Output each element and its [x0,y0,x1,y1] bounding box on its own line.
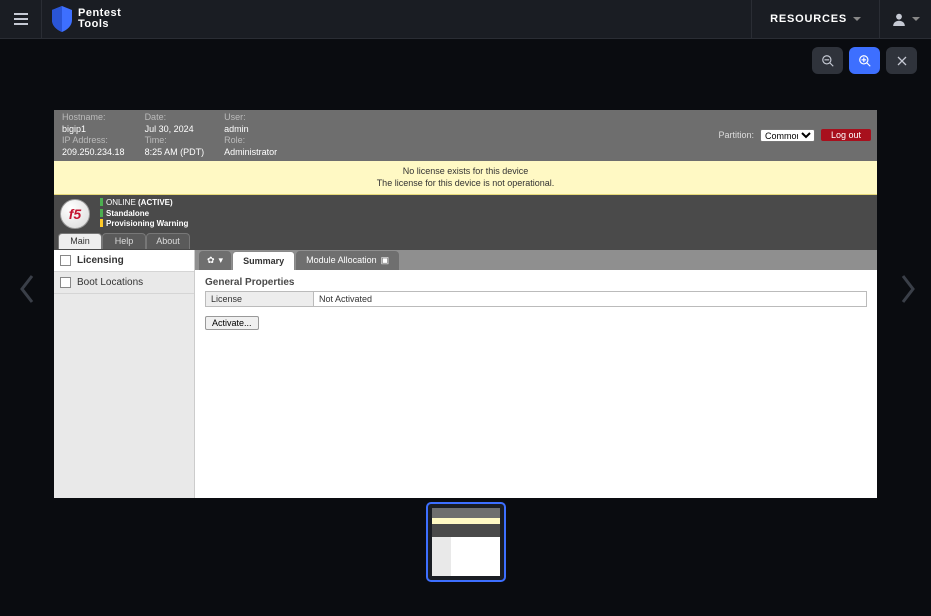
tab-favorites[interactable]: ✿ ▾ [199,251,231,270]
status-bar: f5 ONLINE (ACTIVE) Standalone Provisioni… [54,195,877,233]
notice-line1: No license exists for this device [54,165,877,178]
meta-left: Hostname:bigip1 IP Address:209.250.234.1… [62,112,277,159]
document-icon [60,277,71,288]
tab-summary[interactable]: Summary [232,251,295,270]
meta-user-col: User:admin Role:Administrator [224,112,277,159]
document-icon [60,255,71,266]
status-indicator-icon [100,219,103,227]
meta-date-col: Date:Jul 30, 2024 Time:8:25 AM (PDT) [145,112,205,159]
status-indicator-icon [100,198,103,206]
chevron-left-icon [18,274,36,304]
time-value: 8:25 AM (PDT) [145,147,205,159]
chevron-down-icon [912,17,920,21]
panel-body: Licensing Boot Locations ✿ ▾ Summary Mod… [54,250,877,498]
main-content: ✿ ▾ Summary Module Allocation ▣ General … [195,250,877,498]
user-icon [892,12,906,26]
menu-button[interactable] [0,0,42,39]
sidebar-item-label: Licensing [77,255,124,266]
brand-line2: Tools [78,19,121,30]
next-arrow[interactable] [899,274,917,313]
role-label: Role: [224,135,277,147]
primary-tabs: Main Help About [54,233,877,250]
table-row: License Not Activated [206,291,867,306]
module-badge-icon: ▣ [381,255,390,266]
brand-logo[interactable]: Pentest Tools [42,6,121,32]
zoom-in-button[interactable] [849,47,880,74]
sidebar-item-licensing[interactable]: Licensing [54,250,194,272]
status-active: (ACTIVE) [138,198,173,207]
brand-text: Pentest Tools [78,8,121,30]
status-lines: ONLINE (ACTIVE) Standalone Provisioning … [100,198,188,230]
tab-module-allocation[interactable]: Module Allocation ▣ [296,251,399,270]
screenshot-panel: Hostname:bigip1 IP Address:209.250.234.1… [54,110,877,462]
sidebar: Licensing Boot Locations [54,250,195,498]
zoom-out-icon [821,54,835,68]
license-value-cell: Not Activated [314,291,867,306]
section-heading: General Properties [205,277,867,288]
tab-label: Module Allocation [306,255,377,265]
user-label: User: [224,112,277,124]
date-value: Jul 30, 2024 [145,124,205,136]
content-area: General Properties License Not Activated… [195,270,877,337]
hostname-value: bigip1 [62,124,125,136]
user-value: admin [224,124,277,136]
date-label: Date: [145,112,205,124]
role-value: Administrator [224,147,277,159]
license-notice: No license exists for this device The li… [54,161,877,195]
sidebar-item-boot-locations[interactable]: Boot Locations [54,272,194,294]
chevron-down-icon: ▾ [219,255,224,266]
status-standalone: Standalone [106,209,149,218]
meta-host-col: Hostname:bigip1 IP Address:209.250.234.1… [62,112,125,159]
time-label: Time: [145,135,205,147]
app-topbar: Pentest Tools RESOURCES [0,0,931,39]
partition-label: Partition: [718,130,754,142]
gear-icon: ✿ [207,255,215,266]
f5-logo: f5 [60,199,90,229]
hostname-label: Hostname: [62,112,125,124]
close-icon [896,55,908,67]
resources-menu[interactable]: RESOURCES [751,0,879,39]
zoom-out-button[interactable] [812,47,843,74]
hamburger-icon [14,13,28,25]
tab-main[interactable]: Main [58,233,102,249]
partition-select[interactable]: Common [760,129,815,142]
thumbnail-preview [432,508,500,576]
meta-right: Partition: Common Log out [718,129,871,142]
status-indicator-icon [100,209,103,217]
meta-bar: Hostname:bigip1 IP Address:209.250.234.1… [54,110,877,161]
license-key-cell: License [206,291,314,306]
viewer-controls [812,47,917,74]
activate-button[interactable]: Activate... [205,316,259,330]
status-online: ONLINE [106,198,138,207]
user-menu[interactable] [879,0,931,39]
close-button[interactable] [886,47,917,74]
tab-about[interactable]: About [146,233,190,249]
chevron-down-icon [853,17,861,21]
chevron-right-icon [899,274,917,304]
ip-value: 209.250.234.18 [62,147,125,159]
gallery-thumbnail[interactable] [426,502,506,582]
shield-icon [52,6,72,32]
sidebar-item-label: Boot Locations [77,277,143,288]
resources-label: RESOURCES [770,13,847,25]
prev-arrow[interactable] [18,274,36,313]
notice-line2: The license for this device is not opera… [54,177,877,190]
tab-help[interactable]: Help [102,233,146,249]
zoom-in-icon [858,54,872,68]
status-provisioning: Provisioning Warning [106,219,188,228]
logout-button[interactable]: Log out [821,129,871,141]
topbar-right: RESOURCES [751,0,931,38]
ip-label: IP Address: [62,135,125,147]
topbar-left: Pentest Tools [0,0,121,38]
secondary-tabs: ✿ ▾ Summary Module Allocation ▣ [195,250,877,270]
properties-table: License Not Activated [205,291,867,307]
